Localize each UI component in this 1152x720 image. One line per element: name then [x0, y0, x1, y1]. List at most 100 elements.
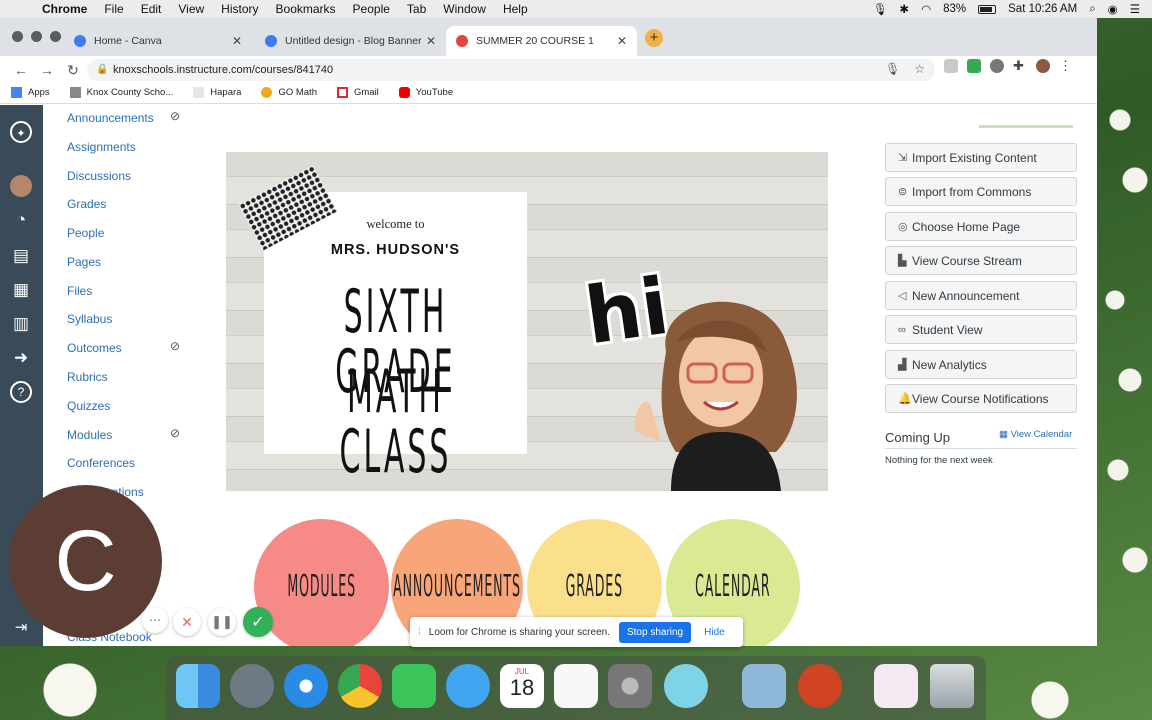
nav-modules[interactable]: Modules: [67, 428, 112, 442]
student-view-button[interactable]: ∞ Student View: [885, 315, 1077, 344]
view-course-notifications-button[interactable]: 🔔 View Course Notifications: [885, 384, 1077, 413]
tab-summer-course[interactable]: SUMMER 20 COURSE 1 ✕: [446, 26, 637, 56]
control-center-icon[interactable]: ☰: [1130, 2, 1140, 16]
close-window-button[interactable]: [12, 31, 23, 42]
chrome-icon[interactable]: [338, 664, 382, 708]
close-tab-icon[interactable]: ✕: [617, 34, 627, 48]
close-tab-icon[interactable]: ✕: [426, 34, 436, 48]
minimize-window-button[interactable]: [31, 31, 42, 42]
bookmark-apps[interactable]: Apps: [11, 87, 50, 98]
nav-quizzes[interactable]: Quizzes: [67, 399, 110, 413]
voice-search-icon[interactable]: 🎙: [885, 62, 900, 76]
battery-icon[interactable]: [978, 4, 997, 14]
nav-rubrics[interactable]: Rubrics: [67, 370, 108, 384]
lock-icon[interactable]: 🔒: [96, 64, 108, 75]
bookmark-hapara[interactable]: Hapara: [193, 87, 241, 98]
launchpad-icon[interactable]: [230, 664, 274, 708]
bookmark-knox-county[interactable]: Knox County Scho...: [69, 87, 173, 98]
new-announcement-button[interactable]: ◁ New Announcement: [885, 281, 1077, 310]
bookmark-gmail[interactable]: Gmail: [336, 87, 379, 98]
nav-files[interactable]: Files: [67, 284, 92, 298]
nav-grades[interactable]: Grades: [67, 197, 106, 211]
bluetooth-icon[interactable]: ✱: [899, 2, 909, 16]
address-bar[interactable]: 🔒 knoxschools.instructure.com/courses/84…: [87, 59, 935, 81]
reminders-icon[interactable]: [554, 664, 598, 708]
preview-icon[interactable]: [742, 664, 786, 708]
clock[interactable]: Sat 10:26 AM: [1008, 3, 1077, 15]
menu-people[interactable]: People: [353, 2, 390, 16]
drag-handle-icon[interactable]: ⁞: [418, 627, 421, 638]
siri-icon[interactable]: ◉: [1108, 2, 1118, 16]
menu-file[interactable]: File: [104, 2, 123, 16]
maximize-window-button[interactable]: [50, 31, 61, 42]
calendar-app-icon[interactable]: JUL 18: [500, 664, 544, 708]
bookmark-youtube[interactable]: YouTube: [398, 87, 453, 98]
close-tab-icon[interactable]: ✕: [232, 34, 242, 48]
tab-home-canva[interactable]: Home - Canva ✕: [64, 26, 252, 56]
menu-window[interactable]: Window: [443, 2, 486, 16]
loom-more-icon[interactable]: ⋯: [142, 607, 168, 633]
menu-tab[interactable]: Tab: [407, 2, 426, 16]
nav-syllabus[interactable]: Syllabus: [67, 312, 112, 326]
document-stack-icon[interactable]: [874, 664, 918, 708]
tab-untitled-design[interactable]: Untitled design - Blog Banner ✕: [255, 26, 446, 56]
loom-cancel-icon[interactable]: ✕: [173, 608, 201, 636]
spotlight-search-icon[interactable]: ⌕: [1089, 3, 1095, 16]
menu-view[interactable]: View: [178, 2, 204, 16]
nav-outcomes[interactable]: Outcomes: [67, 341, 122, 355]
nav-pages[interactable]: Pages: [67, 255, 101, 269]
new-analytics-button[interactable]: ▟ New Analytics: [885, 350, 1077, 379]
nav-assignments[interactable]: Assignments: [67, 140, 136, 154]
system-preferences-icon[interactable]: [608, 664, 652, 708]
dashboard-icon[interactable]: ◔: [10, 209, 32, 231]
nav-announcements[interactable]: Announcements: [67, 111, 154, 125]
commons-icon[interactable]: ➜: [10, 347, 32, 369]
safari-icon[interactable]: [284, 664, 328, 708]
view-course-stream-button[interactable]: ▙ View Course Stream: [885, 246, 1077, 275]
forward-icon[interactable]: →: [34, 62, 60, 78]
menu-history[interactable]: History: [221, 2, 258, 16]
menu-bookmarks[interactable]: Bookmarks: [276, 2, 336, 16]
modules-link-button[interactable]: MODULES: [254, 519, 389, 646]
powerpoint-icon[interactable]: [798, 664, 842, 708]
puzzle-extensions-icon[interactable]: ✚: [1013, 59, 1027, 73]
courses-icon[interactable]: ▤: [10, 245, 32, 267]
back-icon[interactable]: ←: [8, 62, 34, 78]
help-icon[interactable]: ?: [10, 381, 32, 403]
stop-sharing-button[interactable]: Stop sharing: [618, 621, 692, 643]
account-avatar[interactable]: [10, 175, 32, 197]
bookmark-star-icon[interactable]: ☆: [914, 62, 925, 76]
profile-avatar[interactable]: [1036, 59, 1050, 73]
view-calendar-link[interactable]: ▦ View Calendar: [999, 429, 1072, 440]
calendar-icon[interactable]: ▦: [10, 279, 32, 301]
bookmark-go-math[interactable]: GO Math: [261, 87, 317, 98]
import-from-commons-button[interactable]: ⊜ Import from Commons: [885, 177, 1077, 206]
menu-help[interactable]: Help: [503, 2, 528, 16]
menu-app-name[interactable]: Chrome: [42, 2, 87, 16]
collapse-nav-icon[interactable]: ⇥: [10, 617, 32, 639]
menu-edit[interactable]: Edit: [141, 2, 162, 16]
wifi-icon[interactable]: ◠: [921, 2, 931, 16]
loom-camera-bubble[interactable]: C: [9, 485, 162, 638]
snagit-icon[interactable]: [664, 664, 708, 708]
school-logo-icon[interactable]: ✦: [10, 121, 32, 143]
trash-icon[interactable]: [930, 664, 974, 708]
loom-pause-icon[interactable]: ❚❚: [208, 608, 236, 636]
loom-finish-icon[interactable]: ✓: [243, 607, 273, 637]
loom-extension-icon[interactable]: [990, 59, 1004, 73]
chrome-menu-icon[interactable]: ⋮: [1059, 59, 1073, 73]
nav-people[interactable]: People: [67, 226, 104, 240]
extension-icon[interactable]: [967, 59, 981, 73]
inbox-icon[interactable]: ▥: [10, 313, 32, 335]
import-existing-content-button[interactable]: ⇲ Import Existing Content: [885, 143, 1077, 172]
choose-home-page-button[interactable]: ◎ Choose Home Page: [885, 212, 1077, 241]
nav-discussions[interactable]: Discussions: [67, 169, 131, 183]
finder-icon[interactable]: [176, 664, 220, 708]
nav-conferences[interactable]: Conferences: [67, 456, 135, 470]
microphone-icon[interactable]: 🎙: [873, 2, 888, 16]
hide-button[interactable]: Hide: [704, 627, 725, 638]
new-tab-button[interactable]: +: [645, 29, 663, 47]
facetime-icon[interactable]: [392, 664, 436, 708]
extension-icon[interactable]: [944, 59, 958, 73]
messages-icon[interactable]: [446, 664, 490, 708]
